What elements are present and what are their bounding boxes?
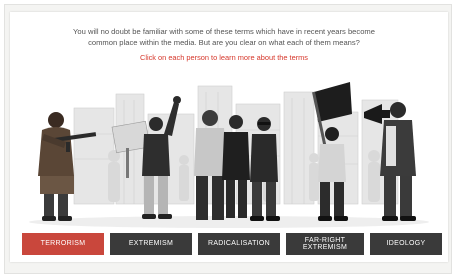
tab-ideology-label: IDEOLOGY	[386, 240, 426, 248]
instruction-text: Click on each person to learn more about…	[139, 53, 309, 62]
tab-radicalisation[interactable]: RADICALISATION	[198, 233, 280, 255]
people-illustration	[29, 82, 429, 228]
tab-ideology[interactable]: IDEOLOGY	[370, 233, 442, 255]
tab-far-right-line-1: FAR-RIGHT	[304, 236, 346, 244]
tab-far-right-extremism[interactable]: FAR-RIGHT EXTREMISM	[286, 233, 364, 255]
tab-radicalisation-label: RADICALISATION	[207, 240, 271, 248]
intro-line-1: You will no doubt be familiar with some …	[73, 27, 375, 36]
tab-extremism[interactable]: EXTREMISM	[110, 233, 192, 255]
tab-extremism-label: EXTREMISM	[128, 240, 174, 248]
tab-terrorism[interactable]: TERRORISM	[22, 233, 104, 255]
tab-far-right-extremism-label: FAR-RIGHT EXTREMISM	[303, 237, 347, 252]
terms-nav: TERRORISM EXTREMISM RADICALISATION FAR-R…	[22, 233, 442, 255]
tab-far-right-line-2: EXTREMISM	[302, 244, 348, 251]
intro-line-2: common place within the media. But are y…	[88, 38, 360, 47]
intro-text: You will no doubt be familiar with some …	[40, 26, 408, 48]
tab-terrorism-label: TERRORISM	[40, 240, 86, 248]
